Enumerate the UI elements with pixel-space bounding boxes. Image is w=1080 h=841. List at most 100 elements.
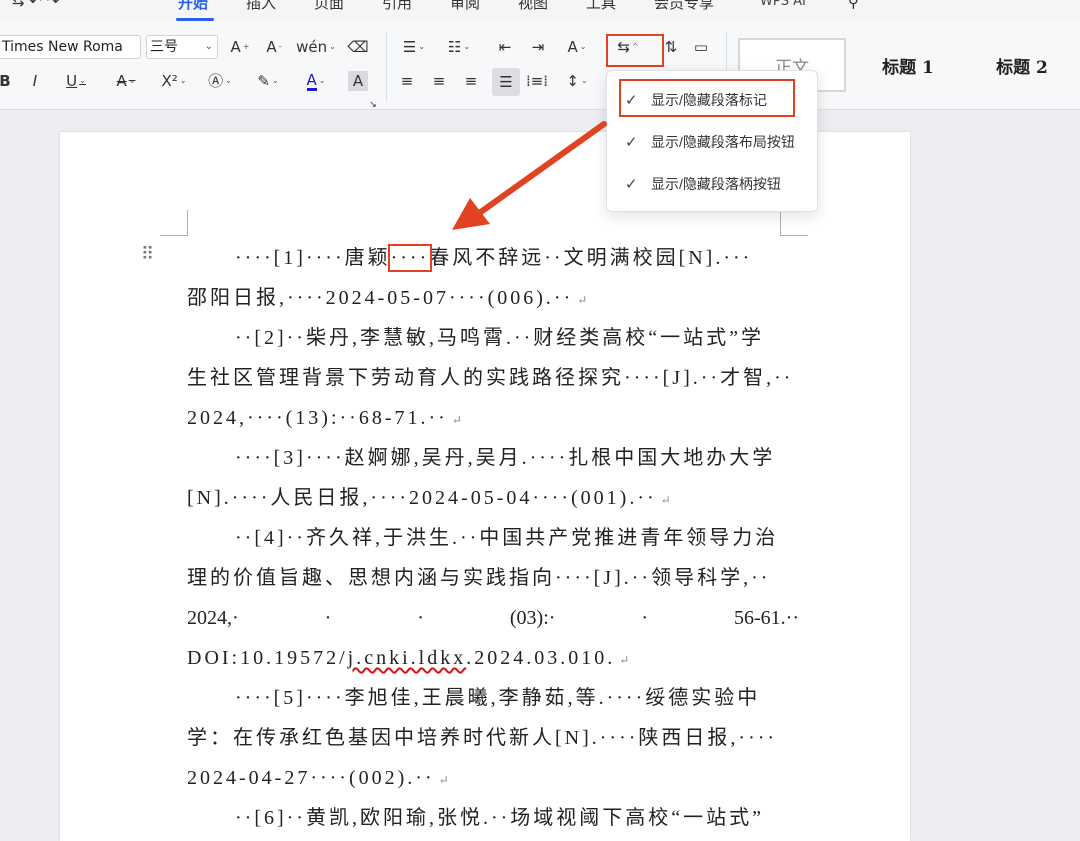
tab-wps-ai[interactable]: WPS AI <box>760 0 806 9</box>
bold-icon[interactable]: B <box>0 70 14 92</box>
doc-text: · <box>417 607 424 629</box>
text-direction-icon[interactable]: A ⌄ <box>562 36 592 58</box>
paragraph-mark-icon: ↵ <box>438 773 452 787</box>
document-body[interactable]: ····[1]····唐颖····春风不辞远··文明满校园[N].··· 邵阳日报… <box>187 238 799 838</box>
ribbon-tab-bar: ⇆ ↶ ↷ 开始 插入 页面 引用 审阅 视图 工具 会员专享 WPS AI ⚲ <box>0 0 1080 22</box>
quick-access-icons[interactable]: ⇆ ↶ ↷ <box>12 0 59 10</box>
spellcheck-underlined-text: j.cnki.ldkx <box>347 647 467 669</box>
doc-line[interactable]: ····[3]····赵婀娜,吴丹,吴月.····扎根中国大地办大学 <box>187 438 799 478</box>
text-effect-icon[interactable]: Ⓐ ⌄ <box>202 70 238 92</box>
doc-text: 2024-04-27····(002).·· <box>187 767 435 789</box>
style-heading-2[interactable]: 标题 2 <box>970 38 1074 92</box>
tab-home[interactable]: 开始 <box>178 0 208 13</box>
menu-item-show-hide-handle-button[interactable]: ✓ 显示/隐藏段落柄按钮 <box>607 166 819 202</box>
doc-text: 56-61.·· <box>734 607 799 629</box>
doc-line[interactable]: ····[1]····唐颖····春风不辞远··文明满校园[N].··· <box>187 238 799 278</box>
doc-text: · <box>641 607 649 629</box>
distributed-align-icon[interactable]: ⁞≡⁞ <box>526 70 548 92</box>
doc-line[interactable]: 学：在传承红色基因中培养时代新人[N].····陕西日报,···· <box>187 718 799 758</box>
decrease-font-icon[interactable]: A- <box>262 36 286 58</box>
justify-icon[interactable]: ☰ <box>492 68 520 96</box>
superscript-icon[interactable]: X² ⌄ <box>156 70 192 92</box>
font-name-value: Times New Roma <box>2 39 123 55</box>
font-dialog-launcher-icon[interactable]: ↘ <box>368 94 378 116</box>
doc-text: ····[1]····唐颖 <box>235 247 391 269</box>
doc-line[interactable]: 2024,· · · (03):· · 56-61.·· <box>187 598 799 638</box>
doc-text: ····[5]····李旭佳,王晨曦,李静茹,等.····绥德实验中 <box>235 687 761 709</box>
doc-line[interactable]: 2024,····(13):··68-71.·· ↵ <box>187 398 799 438</box>
highlight-icon[interactable]: ✎ ⌄ <box>250 70 286 92</box>
tab-references[interactable]: 引用 <box>382 0 412 13</box>
clear-format-icon[interactable]: ⌫ <box>346 36 370 58</box>
menu-item-show-hide-layout-button[interactable]: ✓ 显示/隐藏段落布局按钮 <box>607 124 819 160</box>
increase-font-icon[interactable]: A + <box>228 36 252 58</box>
doc-line[interactable]: 邵阳日报,····2024-05-07····(006).·· ↵ <box>187 278 799 318</box>
doc-text: ··[4]··齐久祥,于洪生.··中国共产党推进青年领导力治 <box>235 527 779 549</box>
doc-line[interactable]: ··[2]··柴丹,李慧敏,马鸣霄.··财经类高校“一站式”学 <box>187 318 799 358</box>
doc-text: 学：在传承红色基因中培养时代新人[N].····陕西日报,···· <box>187 727 778 749</box>
doc-line[interactable]: ····[5]····李旭佳,王晨曦,李静茹,等.····绥德实验中 <box>187 678 799 718</box>
doc-line[interactable]: [N].····人民日报,····2024-05-04····(001).·· ↵ <box>187 478 799 518</box>
paragraph-mark-icon: ↵ <box>619 653 633 667</box>
align-center-icon[interactable]: ≡ <box>428 70 450 92</box>
char-shading-icon[interactable]: A <box>348 71 368 91</box>
doc-line[interactable]: 生社区管理背景下劳动育人的实践路径探究····[J].··才智,·· <box>187 358 799 398</box>
bullet-list-icon[interactable]: ☰ ⌄ <box>397 36 431 58</box>
strikethrough-icon[interactable]: A ⌄ <box>108 70 144 92</box>
align-right-icon[interactable]: ≡ <box>460 70 482 92</box>
doc-text: 生社区管理背景下劳动育人的实践路径探究····[J].··才智,·· <box>187 367 794 389</box>
doc-text: 邵阳日报,····2024-05-07····(006).·· <box>187 287 574 309</box>
paragraph-mark-icon: ↵ <box>577 293 591 307</box>
underline-icon[interactable]: U ⌄ <box>58 70 94 92</box>
page-corner-mark <box>780 210 808 236</box>
tab-review[interactable]: 审阅 <box>450 0 480 13</box>
check-icon: ✓ <box>625 176 638 193</box>
active-tab-indicator <box>176 18 214 21</box>
style-heading-1[interactable]: 标题 1 <box>856 38 960 92</box>
paragraph-mark-icon: ↵ <box>451 413 465 427</box>
tab-member[interactable]: 会员专享 <box>654 0 714 13</box>
search-icon[interactable]: ⚲ <box>848 0 859 11</box>
menu-item-label: 显示/隐藏段落布局按钮 <box>651 134 795 150</box>
italic-icon[interactable]: I <box>26 70 44 92</box>
line-spacing-icon[interactable]: ↕ ⌄ <box>560 70 594 92</box>
numbered-list-icon[interactable]: ☷ ⌄ <box>442 36 476 58</box>
highlight-box-menu-item <box>619 79 795 117</box>
borders-icon[interactable]: ▭ <box>690 36 712 58</box>
ribbon-home: Times New Roma 三号 ⌄ A + A- wén ⌄ ⌫ B I U ⌄ … <box>0 22 1080 110</box>
font-name-select[interactable]: Times New Roma <box>0 35 141 59</box>
doc-text: [N].····人民日报,····2024-05-04····(001).·· <box>187 487 657 509</box>
decrease-indent-icon[interactable]: ⇤ <box>494 36 516 58</box>
tab-view[interactable]: 视图 <box>518 0 548 13</box>
phonetic-guide-icon[interactable]: wén ⌄ <box>296 36 336 58</box>
doc-text: DOI:10.19572/ <box>187 647 348 669</box>
paragraph-drag-handle-icon[interactable]: ⠿ <box>141 246 154 264</box>
highlight-box-show-hide-button <box>606 34 664 67</box>
doc-line[interactable]: 理的价值旨趣、思想内涵与实践指向····[J].··领导科学,·· <box>187 558 799 598</box>
doc-text: (03):· <box>509 607 556 629</box>
chevron-down-icon: ⌄ <box>204 41 213 52</box>
doc-text: ··[6]··黄凯,欧阳瑜,张悦.··场域视阈下高校“一站式” <box>235 807 765 829</box>
doc-line[interactable]: ··[4]··齐久祥,于洪生.··中国共产党推进青年领导力治 <box>187 518 799 558</box>
doc-text: 2024,····(13):··68-71.·· <box>187 407 448 429</box>
tab-page[interactable]: 页面 <box>314 0 344 13</box>
doc-text: · <box>324 607 332 629</box>
paragraph-mark-icon: ↵ <box>660 493 674 507</box>
increase-indent-icon[interactable]: ⇥ <box>527 36 549 58</box>
doc-line[interactable]: DOI:10.19572/j.cnki.ldkx.2024.03.010. ↵ <box>187 638 799 678</box>
font-color-icon[interactable]: A ⌄ <box>298 70 334 92</box>
ribbon-separator <box>386 32 387 102</box>
page-corner-mark <box>160 210 188 236</box>
doc-line[interactable]: 2024-04-27····(002).·· ↵ <box>187 758 799 798</box>
font-size-select[interactable]: 三号 ⌄ <box>146 35 218 59</box>
doc-line[interactable]: ··[6]··黄凯,欧阳瑜,张悦.··场域视阈下高校“一站式” <box>187 798 799 838</box>
doc-text: ··[2]··柴丹,李慧敏,马鸣霄.··财经类高校“一站式”学 <box>235 327 765 349</box>
doc-text: 春风不辞远··文明满校园[N].··· <box>429 247 753 269</box>
tab-tools[interactable]: 工具 <box>586 0 616 13</box>
menu-item-label: 显示/隐藏段落柄按钮 <box>651 176 781 192</box>
hidden-marks-highlight: ···· <box>387 244 433 272</box>
align-left-icon[interactable]: ≡ <box>396 70 418 92</box>
tab-insert[interactable]: 插入 <box>246 0 276 13</box>
font-size-value: 三号 <box>150 39 178 55</box>
check-icon: ✓ <box>625 134 638 151</box>
